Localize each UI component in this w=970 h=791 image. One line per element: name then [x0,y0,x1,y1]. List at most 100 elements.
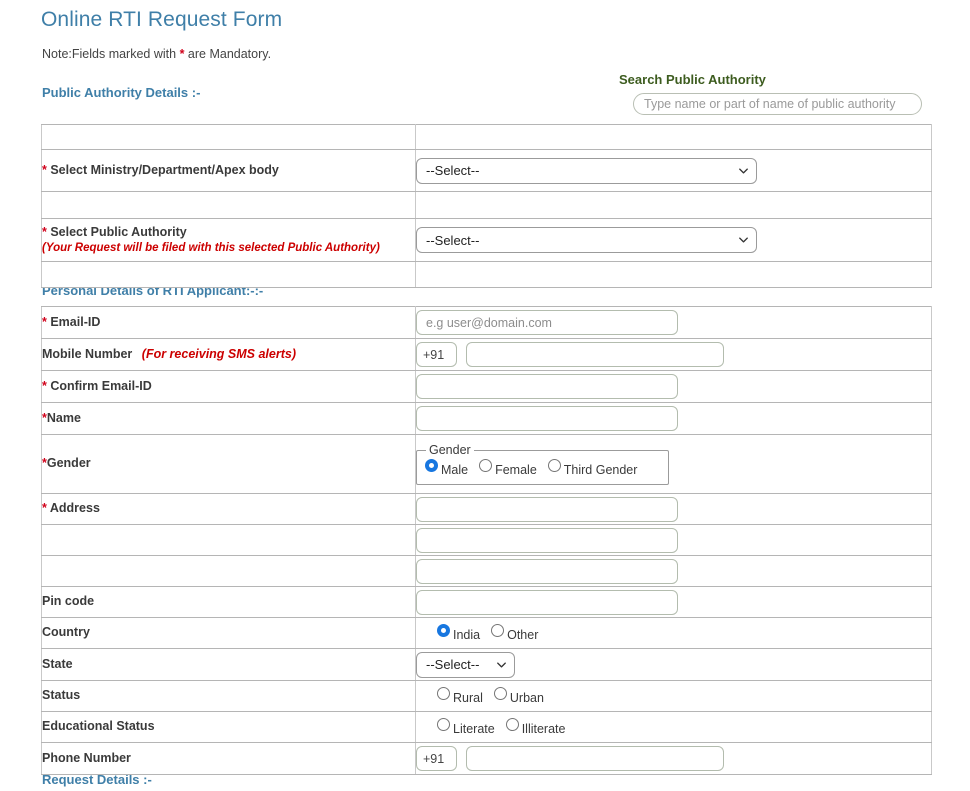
radio-rural-icon[interactable] [437,687,450,701]
gender-fieldset: Gender Male Female Third Gender [416,443,669,485]
confirm-email-label: Confirm Email-ID [46,378,152,393]
phone-country-code-input[interactable] [416,746,457,771]
educational-status-label: Educational Status [42,719,155,734]
radio-urban-icon[interactable] [493,687,507,701]
search-public-authority-label: Search Public Authority [619,72,766,87]
table-row-gender: *Gender Gender Male Female Third Gender [41,434,932,494]
search-public-authority-input[interactable] [633,93,922,115]
gender-option-female-label: Female [495,463,537,478]
status-control-cell: Rural Urban [415,680,932,712]
state-control-cell: --Select-- [415,648,932,681]
confirm-email-control-cell [415,370,932,403]
table-row-address-3 [41,555,932,587]
radio-other-icon[interactable] [491,624,505,638]
status-label: Status [42,688,81,703]
table-row-spacer-mid [41,191,932,219]
table-row-educational-status: Educational Status Literate Illiterate [41,711,932,743]
radio-india-icon[interactable] [437,624,450,638]
name-label-cell: *Name [41,402,416,435]
ministry-label: Select Ministry/Department/Apex body [46,162,279,177]
country-option-india-label: India [453,628,481,643]
table-row-address-1: * Address [41,493,932,525]
educational-status-control-cell: Literate Illiterate [415,711,932,743]
ministry-control-cell: --Select-- [415,149,932,192]
table-row-spacer-top [41,124,932,150]
table-row-pincode: Pin code [41,586,932,618]
radio-literate-icon[interactable] [437,718,450,732]
address-line2-cell [415,524,932,556]
table-row-address-2 [41,524,932,556]
gender-radio-group: Male Female Third Gender [425,459,660,477]
mandatory-note: Note:Fields marked with * are Mandatory. [42,47,271,61]
radio-female-icon[interactable] [479,459,493,473]
state-select-wrapper: --Select-- [416,651,515,678]
name-control-cell [415,402,932,435]
country-label-cell: Country [41,617,416,649]
state-select[interactable]: --Select-- [416,651,515,678]
country-option-other-label: Other [507,628,539,643]
gender-label-cell: *Gender [41,434,416,494]
pincode-input[interactable] [416,589,678,615]
educational-status-option-illiterate[interactable]: Illiterate [505,718,566,737]
mobile-control-cell [415,338,932,371]
address-line2-input[interactable] [416,527,678,553]
name-label: Name [46,410,81,425]
pincode-control-cell [415,586,932,618]
country-option-india[interactable]: India [437,624,480,642]
gender-option-third-gender-label: Third Gender [563,463,638,478]
mobile-number-input[interactable] [465,342,724,367]
radio-illiterate-icon[interactable] [505,718,519,732]
gender-legend: Gender [429,443,471,458]
country-option-other[interactable]: Other [491,624,538,642]
table-row-country: Country India Other [41,617,932,649]
authority-control-cell: --Select-- [415,218,932,262]
pincode-label: Pin code [42,594,95,609]
name-input[interactable] [416,406,678,431]
state-label: State [42,656,73,671]
address-line3-input[interactable] [416,558,678,584]
confirm-email-input[interactable] [416,374,678,399]
spacer-cell-left-3 [41,261,416,288]
status-label-cell: Status [41,680,416,712]
state-label-cell: State [41,648,416,681]
table-row-email: * Email-ID [41,306,932,339]
radio-third-gender-icon[interactable] [547,459,561,473]
email-label-cell: * Email-ID [41,306,416,339]
address-line3-cell [415,555,932,587]
educational-status-label-cell: Educational Status [41,711,416,743]
status-option-rural[interactable]: Rural [437,687,483,705]
personal-details-table: * Email-ID Mobile Number (For receiving … [41,306,932,775]
mobile-label: Mobile Number [42,346,133,361]
ministry-select-wrapper: --Select-- [416,157,757,184]
table-row-phone: Phone Number [41,742,932,775]
educational-status-option-literate[interactable]: Literate [437,718,495,736]
table-row-state: State --Select-- [41,648,932,681]
mobile-country-code-input[interactable] [416,342,457,367]
gender-option-male[interactable]: Male [425,459,468,477]
gender-option-female[interactable]: Female [479,459,537,477]
public-authority-select[interactable]: --Select-- [416,227,757,253]
table-row-status: Status Rural Urban [41,680,932,712]
email-input[interactable] [416,310,678,335]
status-option-urban[interactable]: Urban [493,687,544,706]
status-option-urban-label: Urban [509,691,544,706]
spacer-cell-right [415,124,932,150]
public-authority-table: * Select Ministry/Department/Apex body -… [41,124,932,288]
confirm-email-label-cell: * Confirm Email-ID [41,370,416,403]
address-label-cell: * Address [41,493,416,525]
authority-select-wrapper: --Select-- [416,227,757,253]
table-row-spacer-bottom [41,261,932,288]
table-row-ministry: * Select Ministry/Department/Apex body -… [41,149,932,192]
table-row-name: *Name [41,402,932,435]
ministry-select[interactable]: --Select-- [416,157,757,184]
address-line1-input[interactable] [416,496,678,522]
spacer-cell-right-2 [415,191,932,219]
country-control-cell: India Other [415,617,932,649]
educational-status-option-illiterate-label: Illiterate [521,722,566,737]
phone-number-input[interactable] [465,746,724,771]
phone-control-cell [415,742,932,775]
gender-option-third-gender[interactable]: Third Gender [547,459,638,478]
status-option-rural-label: Rural [453,691,483,706]
page-title: Online RTI Request Form [41,8,283,31]
radio-male-icon[interactable] [425,459,438,473]
